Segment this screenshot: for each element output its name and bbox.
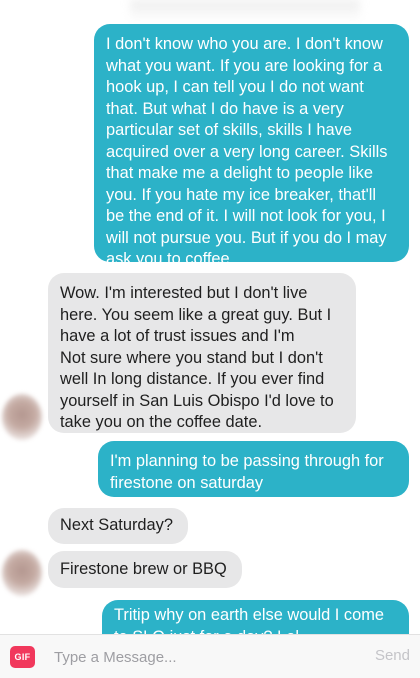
sent-message-bubble: I'm planning to be passing through for f… [98,441,409,497]
received-message-bubble: Wow. I'm interested but I don't live her… [48,273,356,433]
match-avatar[interactable] [2,550,42,596]
received-message-bubble: Next Saturday? [48,508,188,544]
gif-button[interactable]: GIF [10,646,35,668]
match-avatar[interactable] [2,394,42,440]
faded-previous-message [130,0,360,22]
received-message-bubble: Firestone brew or BBQ [48,551,242,588]
sent-message-bubble: I don't know who you are. I don't know w… [94,24,409,268]
message-input[interactable] [52,643,356,671]
message-composer: GIF Send [0,634,420,678]
send-button[interactable]: Send [375,647,410,664]
